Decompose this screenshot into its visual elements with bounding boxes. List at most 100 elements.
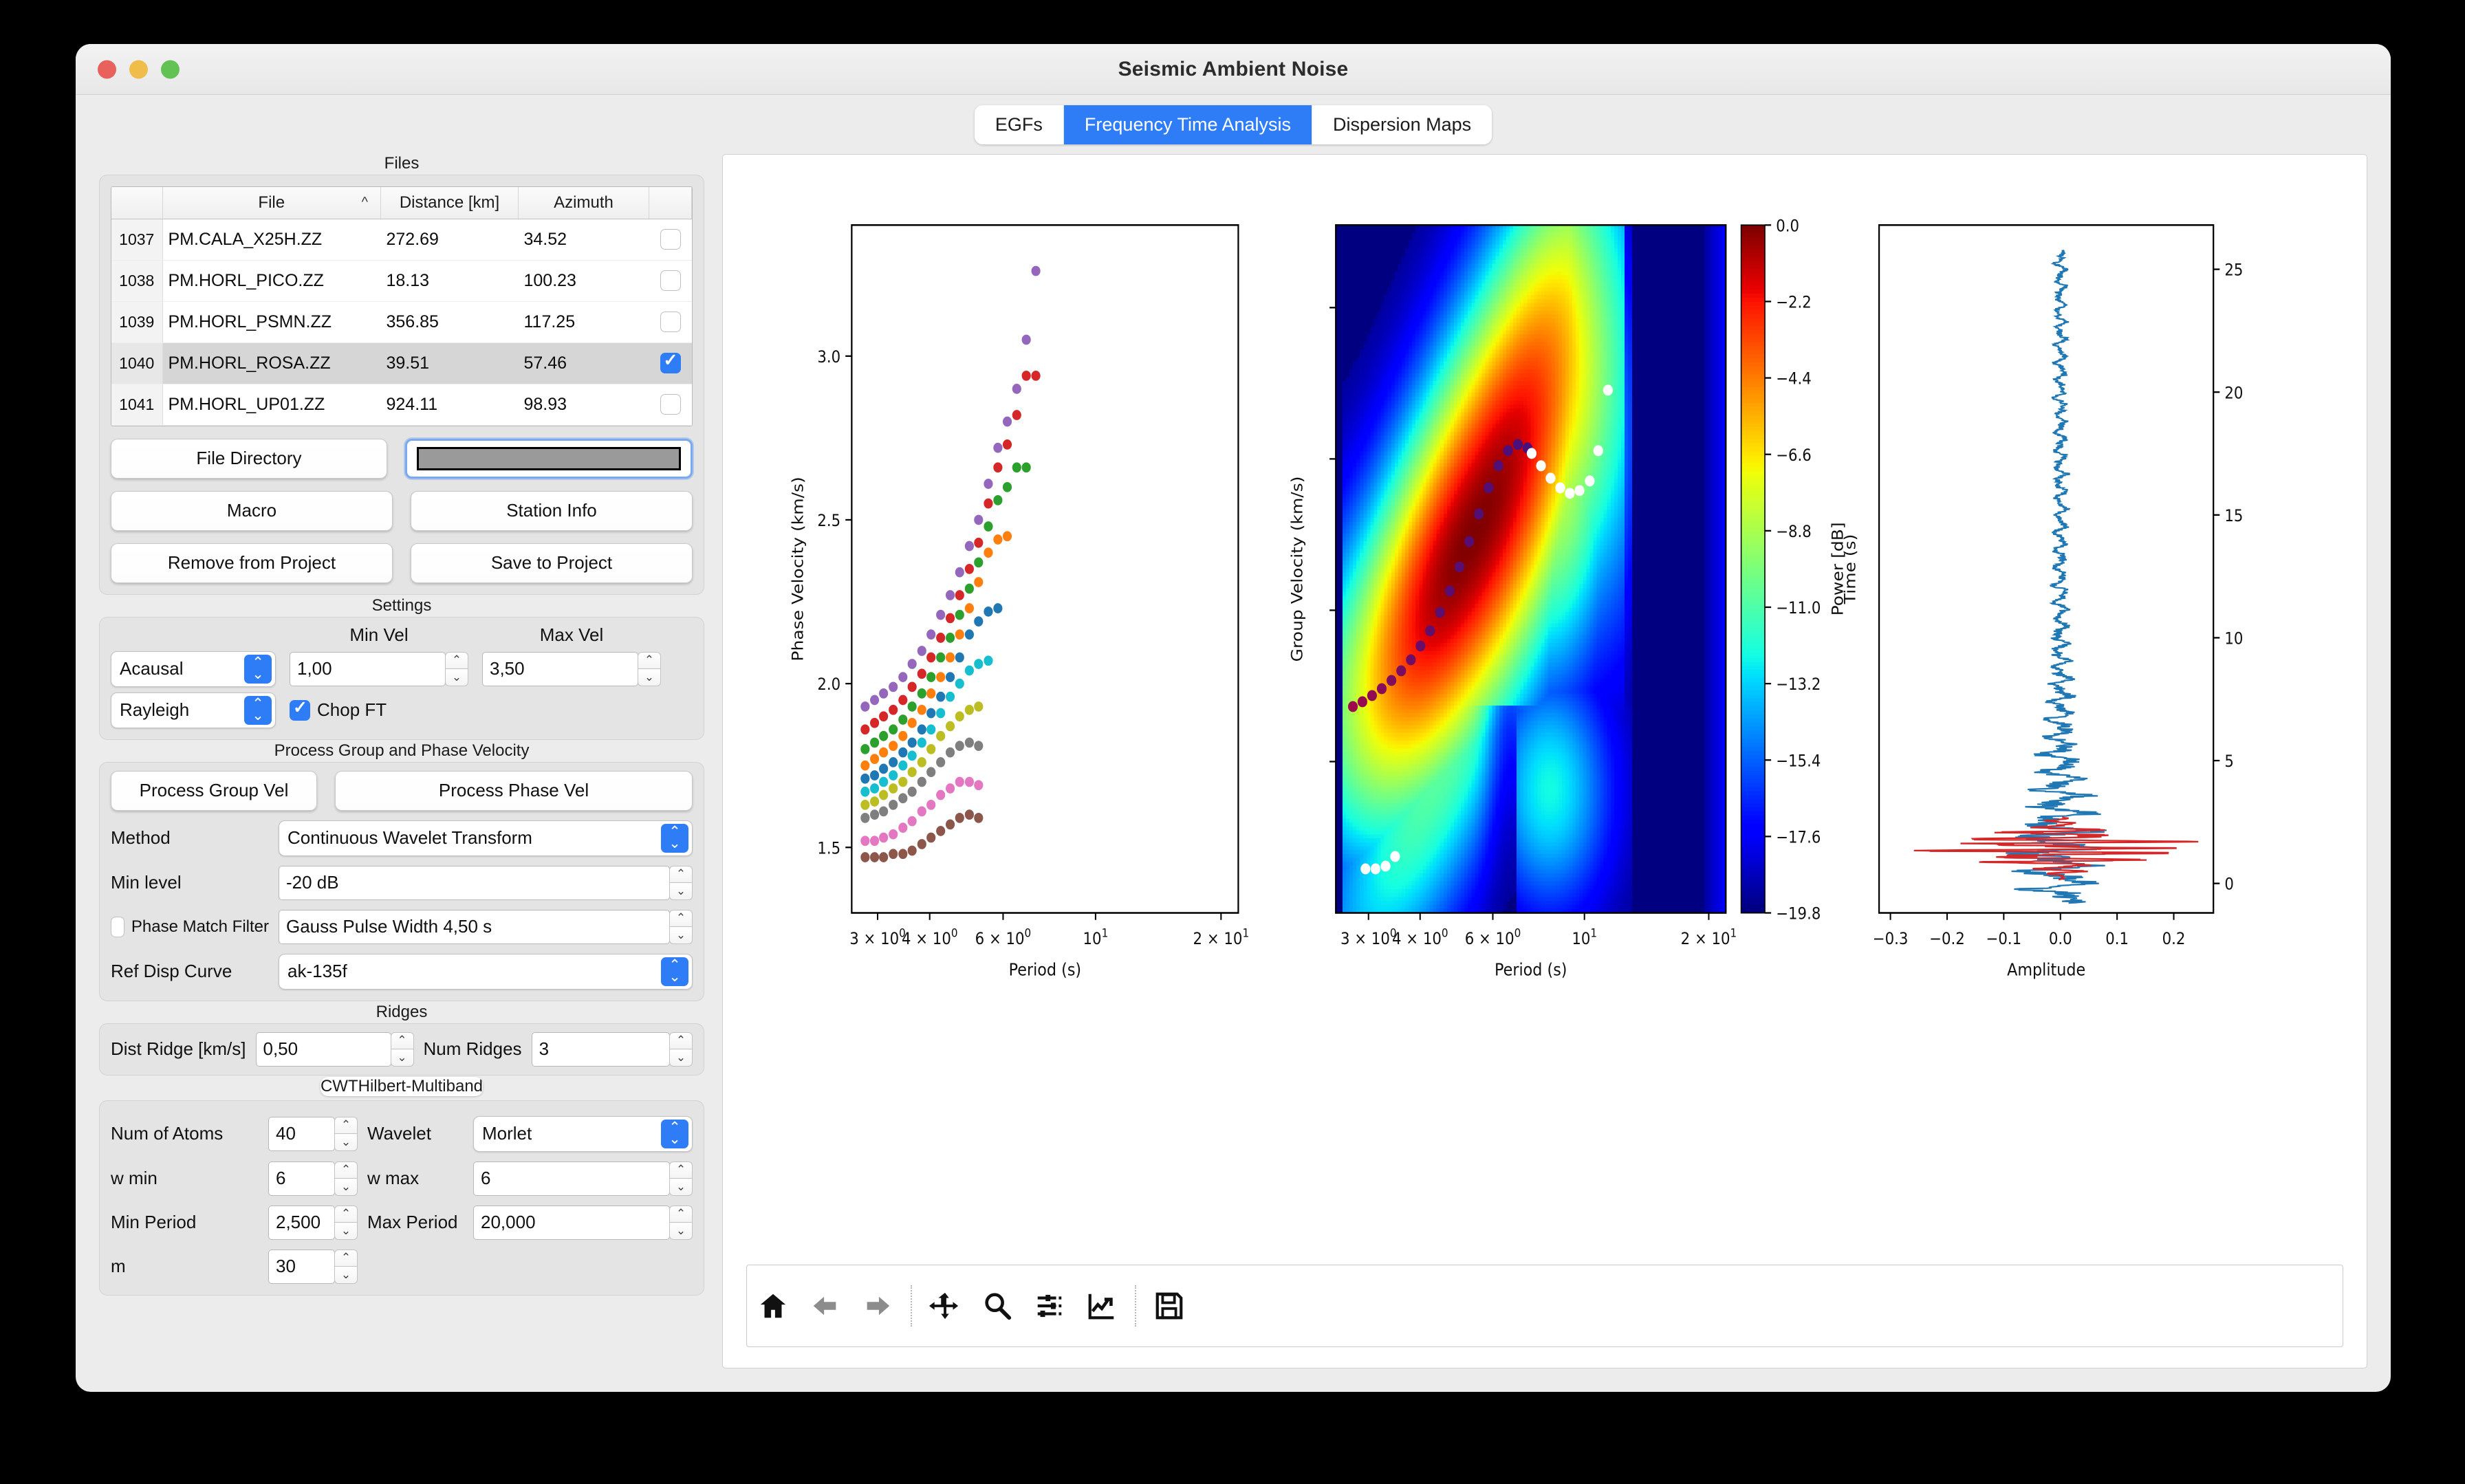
remove-from-project-button[interactable]: Remove from Project xyxy=(111,543,393,583)
row-checkbox[interactable] xyxy=(660,229,681,250)
gauss-pulse-stepper[interactable]: Gauss Pulse Width 4,50 s ⌃ ⌄ xyxy=(279,909,693,944)
app-window: Seismic Ambient Noise EGFs Frequency Tim… xyxy=(76,44,2391,1392)
header-distance[interactable]: Distance [km] xyxy=(380,187,519,219)
ref-disp-curve-select[interactable]: ak-135f ⌃ ⌄ xyxy=(279,953,693,990)
gauss-pulse-input[interactable]: Gauss Pulse Width 4,50 s xyxy=(279,909,670,944)
max-vel-spinner[interactable]: ⌃ ⌄ xyxy=(638,651,661,686)
m-input[interactable]: 30 xyxy=(268,1249,335,1284)
min-vel-spinner[interactable]: ⌃ ⌄ xyxy=(445,651,468,686)
chevron-updown-icon[interactable]: ⌃ ⌄ xyxy=(661,823,688,853)
max-period-label: Max Period xyxy=(367,1212,458,1232)
w-min-spinner[interactable]: ⌃ ⌄ xyxy=(334,1161,358,1196)
min-vel-input[interactable]: 1,00 xyxy=(290,651,446,686)
max-period-spinner[interactable]: ⌃ ⌄ xyxy=(669,1205,693,1240)
m-spinner[interactable]: ⌃ ⌄ xyxy=(334,1249,358,1284)
scrollbar-thumb[interactable] xyxy=(417,446,681,470)
w-min-stepper[interactable]: 6 ⌃ ⌄ xyxy=(268,1161,358,1196)
tab-dispersion-maps[interactable]: Dispersion Maps xyxy=(1312,105,1492,144)
table-row[interactable]: 1039 PM.HORL_PSMN.ZZ 356.85 117.25 xyxy=(111,301,692,343)
row-checkbox[interactable] xyxy=(660,312,681,333)
num-ridges-input[interactable]: 3 xyxy=(531,1032,670,1067)
tab-egfs[interactable]: EGFs xyxy=(974,105,1064,144)
chop-ft-checkbox[interactable] xyxy=(290,697,310,721)
min-level-spinner[interactable]: ⌃ ⌄ xyxy=(669,865,693,900)
macro-button[interactable]: Macro xyxy=(111,490,393,531)
chevron-updown-icon[interactable]: ⌃ ⌄ xyxy=(661,957,688,986)
min-period-input[interactable]: 2,500 xyxy=(268,1205,335,1240)
chevron-updown-icon[interactable]: ⌃ ⌄ xyxy=(661,1119,688,1148)
phase-match-filter-checkbox[interactable] xyxy=(111,916,124,937)
min-level-stepper[interactable]: -20 dB ⌃ ⌄ xyxy=(279,865,693,900)
tab-frequency-time-analysis[interactable]: Frequency Time Analysis xyxy=(1063,105,1313,144)
dist-ridge-spinner[interactable]: ⌃ ⌄ xyxy=(390,1032,414,1067)
gauss-pulse-spinner[interactable]: ⌃ ⌄ xyxy=(669,909,693,944)
svg-text:Period (s): Period (s) xyxy=(1009,959,1082,980)
row-distance: 356.85 xyxy=(380,301,519,343)
svg-text:3 × 100: 3 × 100 xyxy=(849,926,906,948)
chevron-updown-icon[interactable]: ⌃ ⌄ xyxy=(244,695,272,725)
min-level-label: Min level xyxy=(111,872,182,893)
method-select[interactable]: Continuous Wavelet Transform ⌃ ⌄ xyxy=(279,820,693,856)
configure-subplots-icon[interactable] xyxy=(1028,1284,1072,1328)
dist-ridge-stepper[interactable]: 0,50 ⌃ ⌄ xyxy=(255,1032,414,1067)
header-azimuth[interactable]: Azimuth xyxy=(518,187,649,219)
row-index: 1039 xyxy=(111,301,163,343)
matplotlib-figure[interactable]: 1.5 2.0 2.5 3.0 3 × 100 4 × 100 6 × 100 101 2 × … xyxy=(723,155,2367,1265)
row-file: PM.HORL_PICO.ZZ xyxy=(162,260,381,302)
files-group: Files File ^ Distance [km] Azimuth 1037 … xyxy=(99,154,704,595)
row-index: 1038 xyxy=(111,260,163,302)
zoom-icon[interactable] xyxy=(975,1284,1019,1328)
row-checkbox[interactable] xyxy=(660,270,681,292)
station-info-button[interactable]: Station Info xyxy=(411,490,693,531)
table-row[interactable]: 1041 PM.HORL_UP01.ZZ 924.11 98.93 xyxy=(111,384,692,426)
w-max-stepper[interactable]: 6 ⌃ ⌄ xyxy=(473,1161,693,1196)
main-tabbar: EGFs Frequency Time Analysis Dispersion … xyxy=(76,95,2391,154)
min-period-spinner[interactable]: ⌃ ⌄ xyxy=(334,1205,358,1240)
max-period-stepper[interactable]: 20,000 ⌃ ⌄ xyxy=(473,1205,693,1240)
max-period-input[interactable]: 20,000 xyxy=(473,1205,670,1240)
process-group-vel-button[interactable]: Process Group Vel xyxy=(111,770,317,811)
max-vel-stepper[interactable]: 3,50 ⌃ ⌄ xyxy=(482,651,661,686)
num-atoms-spinner[interactable]: ⌃ ⌄ xyxy=(334,1116,358,1151)
table-row[interactable]: 1037 PM.CALA_X25H.ZZ 272.69 34.52 xyxy=(111,219,692,261)
min-period-stepper[interactable]: 2,500 ⌃ ⌄ xyxy=(268,1205,358,1240)
save-icon[interactable] xyxy=(1147,1284,1191,1328)
min-vel-stepper[interactable]: 1,00 ⌃ ⌄ xyxy=(290,651,468,686)
forward-arrow-icon[interactable] xyxy=(856,1284,900,1328)
header-file[interactable]: File ^ xyxy=(162,187,381,219)
file-scrollbar[interactable] xyxy=(405,438,693,479)
num-atoms-stepper[interactable]: 40 ⌃ ⌄ xyxy=(268,1116,358,1151)
min-level-input[interactable]: -20 dB xyxy=(279,865,670,900)
back-arrow-icon[interactable] xyxy=(803,1284,847,1328)
tab-cwt[interactable]: CWT xyxy=(321,1077,358,1096)
w-max-spinner[interactable]: ⌃ ⌄ xyxy=(669,1161,693,1196)
figure-canvas[interactable]: 1.5 2.0 2.5 3.0 3 × 1004 × 100 6 × 100 101 2 × … xyxy=(723,155,2367,1265)
home-icon[interactable] xyxy=(751,1284,795,1328)
table-row-selected[interactable]: 1040 PM.HORL_ROSA.ZZ 39.51 57.46 xyxy=(111,342,692,384)
save-to-project-button[interactable]: Save to Project xyxy=(411,543,693,583)
edit-axis-icon[interactable] xyxy=(1080,1284,1124,1328)
dist-ridge-input[interactable]: 0,50 xyxy=(255,1032,391,1067)
num-ridges-stepper[interactable]: 3 ⌃ ⌄ xyxy=(531,1032,693,1067)
chevron-updown-icon[interactable]: ⌃ ⌄ xyxy=(244,654,272,684)
row-checkbox-checked[interactable] xyxy=(660,350,681,374)
w-max-input[interactable]: 6 xyxy=(473,1161,670,1196)
plot-pane: 1.5 2.0 2.5 3.0 3 × 100 4 × 100 6 × 100 101 2 × … xyxy=(722,154,2367,1368)
tab-hilbert-multiband[interactable]: Hilbert-Multiband xyxy=(358,1077,483,1096)
num-ridges-spinner[interactable]: ⌃ ⌄ xyxy=(669,1032,693,1067)
sidebar: Files File ^ Distance [km] Azimuth 1037 … xyxy=(99,154,704,1368)
pan-icon[interactable] xyxy=(923,1284,967,1328)
process-phase-vel-button[interactable]: Process Phase Vel xyxy=(335,770,693,811)
table-row[interactable]: 1038 PM.HORL_PICO.ZZ 18.13 100.23 xyxy=(111,260,692,302)
files-table[interactable]: File ^ Distance [km] Azimuth 1037 PM.CAL… xyxy=(111,187,692,426)
num-atoms-input[interactable]: 40 xyxy=(268,1116,335,1151)
m-stepper[interactable]: 30 ⌃ ⌄ xyxy=(268,1249,358,1284)
w-min-input[interactable]: 6 xyxy=(268,1161,335,1196)
sort-ascending-icon: ^ xyxy=(361,194,368,210)
wavelet-select[interactable]: Morlet ⌃ ⌄ xyxy=(473,1115,693,1152)
causality-select[interactable]: Acausal ⌃ ⌄ xyxy=(111,651,276,687)
row-checkbox[interactable] xyxy=(660,394,681,415)
wave-type-select[interactable]: Rayleigh ⌃ ⌄ xyxy=(111,692,276,728)
max-vel-input[interactable]: 3,50 xyxy=(482,651,638,686)
file-directory-button[interactable]: File Directory xyxy=(111,438,387,479)
